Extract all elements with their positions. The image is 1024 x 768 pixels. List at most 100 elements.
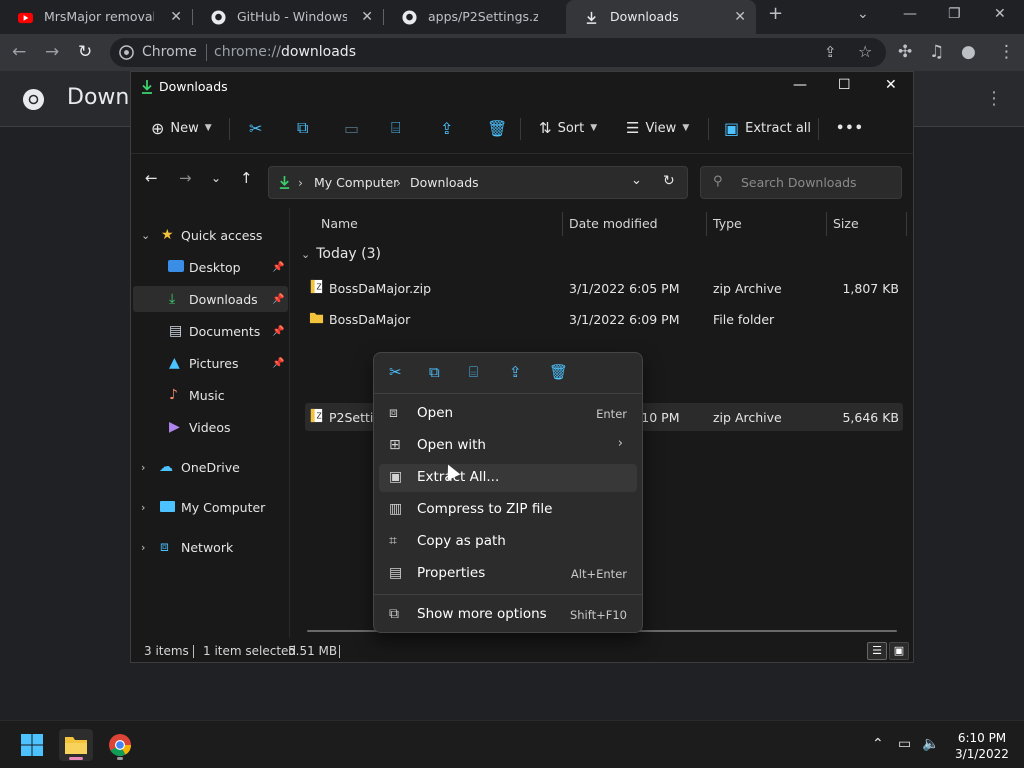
nav-onedrive[interactable]: › ☁ OneDrive: [131, 454, 288, 480]
volume-icon[interactable]: 🔈: [922, 736, 939, 752]
forward-arrow-icon[interactable]: →: [45, 42, 59, 62]
column-divider[interactable]: [562, 212, 563, 236]
menu-item-copy-as-path[interactable]: ⌗ Copy as path: [379, 528, 637, 556]
taskbar-chrome[interactable]: [103, 729, 137, 761]
menu-item-show-more-options[interactable]: ⧉ Show more options Shift+F10: [379, 601, 637, 629]
clock[interactable]: 6:10 PM 3/1/2022: [952, 730, 1012, 762]
tab-youtube[interactable]: MrsMajor removal - Yo ✕: [0, 0, 192, 34]
star-icon[interactable]: ☆: [858, 42, 872, 61]
chevron-down-icon: ▼: [590, 123, 598, 133]
search-box[interactable]: ⚲ Search Downloads: [700, 166, 902, 199]
close-window-button[interactable]: ✕: [885, 77, 897, 93]
chrome-logo-icon: [22, 88, 45, 111]
share-icon[interactable]: ⇪: [509, 363, 522, 381]
cut-icon[interactable]: ✂: [249, 117, 262, 139]
tab-github[interactable]: GitHub - Windows2704 ✕: [193, 0, 383, 34]
copy-icon[interactable]: ⧉: [429, 363, 440, 381]
nav-videos[interactable]: ▶ Videos: [131, 414, 288, 440]
minimize-button[interactable]: —: [903, 6, 917, 22]
menu-item-properties[interactable]: ▤ Properties Alt+Enter: [379, 560, 637, 588]
nav-pictures[interactable]: ▲ Pictures 📌: [131, 350, 288, 376]
column-header-date[interactable]: Date modified: [569, 216, 658, 231]
up-arrow-icon[interactable]: ↑: [240, 169, 253, 187]
nav-downloads[interactable]: ⤓ Downloads 📌: [133, 286, 288, 312]
details-view-icon[interactable]: ☰: [867, 642, 887, 660]
close-icon[interactable]: ✕: [361, 9, 373, 25]
refresh-icon[interactable]: ↻: [663, 173, 675, 189]
tab-downloads[interactable]: Downloads ✕: [566, 0, 756, 34]
chevron-down-icon[interactable]: ⌄: [211, 171, 221, 185]
close-icon[interactable]: ✕: [170, 9, 182, 25]
group-header-today[interactable]: ⌄ Today (3): [301, 246, 381, 262]
reload-icon[interactable]: ↻: [78, 42, 92, 62]
forward-arrow-icon[interactable]: →: [179, 169, 192, 187]
file-row[interactable]: Z BossDaMajor.zip 3/1/2022 6:05 PM zip A…: [305, 274, 903, 302]
extensions-icon[interactable]: ✣: [898, 42, 912, 62]
pin-icon: 📌: [272, 325, 285, 337]
nav-pane-divider[interactable]: [289, 208, 290, 638]
menu-item-open-with[interactable]: ⊞ Open with ›: [379, 432, 637, 460]
view-button[interactable]: ☰ View ▼: [626, 117, 689, 139]
paste-icon[interactable]: ▭: [344, 117, 359, 139]
nav-my-computer[interactable]: › My Computer: [131, 494, 288, 520]
network-icon[interactable]: ▭: [898, 736, 911, 752]
nav-network[interactable]: › ⧈ Network: [131, 534, 288, 560]
column-header-type[interactable]: Type: [713, 216, 742, 231]
tab-title: Downloads: [610, 9, 679, 24]
chevron-up-icon[interactable]: ⌃: [872, 736, 884, 752]
sort-button[interactable]: ⇅ Sort ▼: [539, 117, 597, 139]
back-arrow-icon[interactable]: ←: [12, 42, 26, 62]
menu-icon[interactable]: ⋮: [998, 42, 1015, 62]
sort-label: Sort: [557, 120, 585, 136]
extract-all-button[interactable]: ▣ Extract all: [724, 117, 811, 139]
file-row[interactable]: BossDaMajor 3/1/2022 6:09 PM File folder: [305, 305, 903, 333]
close-window-button[interactable]: ✕: [994, 6, 1006, 22]
nav-desktop[interactable]: Desktop 📌: [131, 254, 288, 280]
breadcrumb-my-computer[interactable]: My Computer: [314, 175, 398, 190]
music-icon: ♪: [169, 387, 178, 403]
new-tab-button[interactable]: +: [768, 3, 783, 24]
column-divider[interactable]: [906, 212, 907, 236]
share-icon[interactable]: ⇪: [824, 43, 837, 61]
menu-item-compress-zip[interactable]: ▥ Compress to ZIP file: [379, 496, 637, 524]
menu-item-extract-all[interactable]: ▣ Extract All...: [379, 464, 637, 492]
cut-icon[interactable]: ✂: [389, 363, 402, 381]
start-button[interactable]: [15, 729, 49, 761]
media-icon[interactable]: ♫: [929, 42, 944, 62]
taskbar-file-explorer[interactable]: [59, 729, 93, 761]
share-icon[interactable]: ⇪: [440, 117, 453, 139]
profile-icon[interactable]: ●: [961, 42, 976, 62]
nav-documents[interactable]: ▤ Documents 📌: [131, 318, 288, 344]
delete-icon[interactable]: 🗑: [549, 363, 568, 381]
copy-icon[interactable]: ⧉: [297, 117, 308, 139]
folder-icon: [65, 737, 87, 754]
minimize-button[interactable]: —: [793, 77, 807, 93]
tiles-view-icon[interactable]: ▣: [889, 642, 909, 660]
chevron-right-icon: ›: [141, 460, 146, 474]
column-divider[interactable]: [826, 212, 827, 236]
column-header-name[interactable]: Name: [321, 216, 358, 231]
close-icon[interactable]: ✕: [734, 9, 746, 25]
restore-button[interactable]: ❐: [948, 6, 961, 22]
chevron-down-icon[interactable]: ⌄: [857, 6, 869, 22]
more-options-button[interactable]: •••: [836, 117, 864, 139]
chevron-down-icon[interactable]: ⌄: [631, 173, 642, 188]
rename-icon[interactable]: ⌸: [391, 117, 401, 139]
omnibox[interactable]: Chrome chrome://downloads ⇪ ☆: [110, 38, 886, 67]
back-arrow-icon[interactable]: ←: [145, 169, 158, 187]
address-bar[interactable]: › My Computer › Downloads ⌄ ↻: [268, 166, 688, 199]
new-button[interactable]: ⊕ New ▼: [151, 117, 212, 139]
breadcrumb-downloads[interactable]: Downloads: [410, 175, 479, 190]
delete-icon[interactable]: 🗑: [487, 117, 507, 139]
nav-quick-access[interactable]: ⌄ ★ Quick access: [131, 222, 288, 248]
view-icon: ☰: [626, 119, 640, 137]
column-divider[interactable]: [706, 212, 707, 236]
rename-icon[interactable]: ⌸: [469, 363, 478, 381]
nav-music[interactable]: ♪ Music: [131, 382, 288, 408]
maximize-button[interactable]: ☐: [838, 77, 851, 93]
column-header-size[interactable]: Size: [833, 216, 859, 231]
page-menu-icon[interactable]: ⋮: [985, 88, 1003, 109]
tab-github-file[interactable]: apps/P2Settings.zip at: [384, 0, 566, 34]
search-icon: ⚲: [713, 174, 723, 189]
menu-item-open[interactable]: ⧈ Open Enter: [379, 400, 637, 428]
